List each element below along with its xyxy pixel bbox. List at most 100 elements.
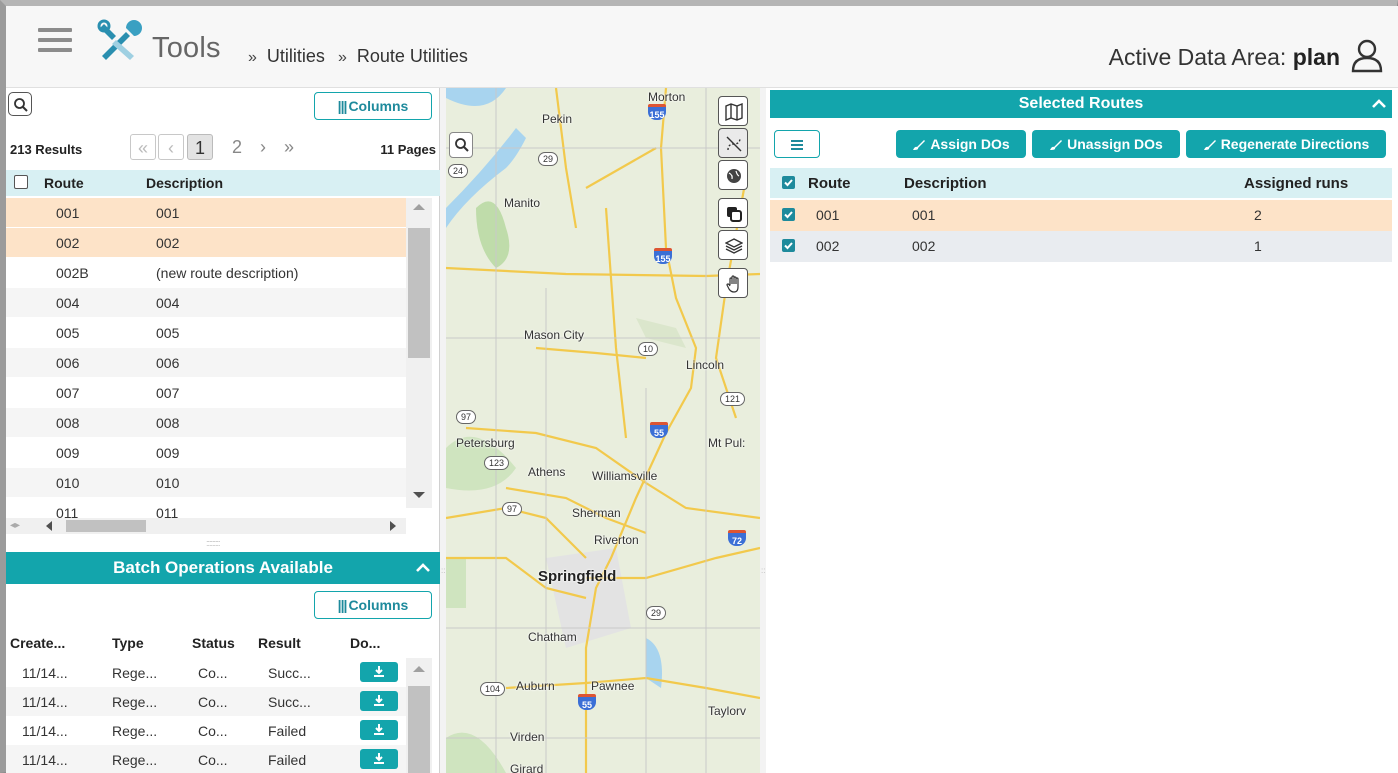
interstate-shield: 55 bbox=[650, 422, 668, 438]
result-cell: Failed bbox=[268, 723, 307, 739]
download-button[interactable] bbox=[360, 749, 398, 769]
pan-button[interactable] bbox=[718, 268, 748, 298]
brush-icon bbox=[1049, 132, 1063, 160]
page-2-button[interactable]: 2 bbox=[228, 134, 246, 160]
description-cell: 005 bbox=[156, 325, 180, 341]
table-row[interactable]: 007 007 bbox=[6, 378, 406, 408]
route-cell: 009 bbox=[56, 445, 80, 461]
table-row[interactable]: 002B (new route description) bbox=[6, 258, 406, 288]
created-cell: 11/14... bbox=[22, 723, 68, 739]
city-label: Petersburg bbox=[456, 436, 515, 450]
prev-page-button[interactable]: ‹ bbox=[158, 134, 184, 160]
row-checkbox[interactable] bbox=[782, 239, 795, 252]
batch-columns-button[interactable]: ||| Columns bbox=[314, 591, 432, 619]
col-created[interactable]: Create... bbox=[10, 635, 65, 651]
route-cell: 008 bbox=[56, 415, 80, 431]
select-all-checkbox[interactable] bbox=[14, 175, 28, 189]
type-cell: Rege... bbox=[112, 752, 158, 768]
route-search-button[interactable] bbox=[8, 92, 32, 116]
table-row[interactable]: 002 002 1 bbox=[770, 231, 1392, 262]
assign-dos-button[interactable]: Assign DOs bbox=[896, 130, 1026, 158]
col-route[interactable]: Route bbox=[808, 175, 851, 192]
table-row[interactable]: 001 001 bbox=[6, 198, 406, 228]
col-description[interactable]: Description bbox=[146, 175, 223, 191]
map-icon bbox=[725, 103, 743, 121]
download-button[interactable] bbox=[360, 662, 398, 682]
select-all-checkbox[interactable] bbox=[782, 176, 795, 189]
grid-menu-button[interactable] bbox=[774, 130, 820, 158]
download-icon bbox=[374, 695, 384, 706]
selected-routes-grid-header: Route Description Assigned runs bbox=[770, 168, 1392, 198]
status-cell: Co... bbox=[198, 694, 228, 710]
col-download[interactable]: Do... bbox=[350, 635, 380, 651]
table-row[interactable]: 006 006 bbox=[6, 348, 406, 378]
route-toggle-button[interactable] bbox=[718, 128, 748, 158]
col-type[interactable]: Type bbox=[112, 635, 144, 651]
map-toolbar bbox=[718, 96, 750, 300]
routes-grid-body: 001 001 002 002 002B (new route description) 0… bbox=[6, 198, 406, 518]
city-label: Williamsville bbox=[592, 469, 658, 483]
routes-horizontal-scrollbar[interactable]: ◂▸ bbox=[6, 518, 406, 534]
description-cell: (new route description) bbox=[156, 265, 299, 281]
layers-button[interactable] bbox=[718, 230, 748, 260]
batch-vertical-scrollbar[interactable] bbox=[406, 658, 432, 773]
result-cell: Succ... bbox=[268, 694, 311, 710]
menu-icon[interactable] bbox=[38, 28, 72, 52]
user-icon[interactable] bbox=[1350, 38, 1384, 74]
routes-vertical-scrollbar[interactable] bbox=[406, 198, 432, 508]
list-item[interactable]: 11/14... Rege... Co... Failed bbox=[6, 716, 406, 745]
table-row[interactable]: 004 004 bbox=[6, 288, 406, 318]
download-button[interactable] bbox=[360, 720, 398, 740]
col-route[interactable]: Route bbox=[44, 175, 84, 191]
table-row[interactable]: 002 002 bbox=[6, 228, 406, 258]
chevron-up-icon[interactable] bbox=[416, 562, 430, 572]
table-row[interactable]: 011 011 bbox=[6, 498, 406, 518]
download-icon bbox=[374, 753, 384, 764]
map-view-button[interactable] bbox=[718, 96, 748, 126]
row-checkbox[interactable] bbox=[782, 208, 795, 221]
download-button[interactable] bbox=[360, 691, 398, 711]
select-layer-button[interactable] bbox=[718, 198, 748, 228]
list-item[interactable]: 11/14... Rege... Co... Failed bbox=[6, 745, 406, 773]
list-item[interactable]: 11/14... Rege... Co... Succ... bbox=[6, 658, 406, 687]
breadcrumb-route-utilities[interactable]: Route Utilities bbox=[357, 46, 468, 66]
description-cell: 008 bbox=[156, 415, 180, 431]
regenerate-directions-button[interactable]: Regenerate Directions bbox=[1186, 130, 1386, 158]
first-page-button[interactable]: « bbox=[130, 134, 156, 160]
download-icon bbox=[374, 724, 384, 735]
data-area-value: plan bbox=[1292, 44, 1340, 70]
page-1-button[interactable]: 1 bbox=[187, 134, 213, 160]
panel-resize-handle[interactable]: ::::::::: bbox=[206, 538, 220, 548]
col-result[interactable]: Result bbox=[258, 635, 301, 651]
col-assigned-runs[interactable]: Assigned runs bbox=[1244, 175, 1348, 192]
col-status[interactable]: Status bbox=[192, 635, 235, 651]
unassign-dos-button[interactable]: Unassign DOs bbox=[1032, 130, 1180, 158]
chevron-up-icon[interactable] bbox=[1372, 98, 1386, 108]
route-shield: 104 bbox=[480, 682, 506, 696]
map-search-button[interactable] bbox=[449, 132, 473, 158]
table-row[interactable]: 010 010 bbox=[6, 468, 406, 498]
description-cell: 004 bbox=[156, 295, 180, 311]
table-row[interactable]: 001 001 2 bbox=[770, 200, 1392, 231]
route-cell: 010 bbox=[56, 475, 80, 491]
batch-operations-header[interactable]: Batch Operations Available bbox=[6, 552, 440, 584]
route-map[interactable]: Morton Pekin Manito Mason City Lincoln P… bbox=[446, 88, 760, 773]
last-page-button[interactable]: » bbox=[280, 134, 298, 160]
active-data-area: Active Data Area: plan bbox=[1108, 44, 1340, 70]
table-row[interactable]: 005 005 bbox=[6, 318, 406, 348]
brush-icon bbox=[1203, 132, 1217, 160]
type-cell: Rege... bbox=[112, 665, 158, 681]
next-page-button[interactable]: › bbox=[254, 134, 272, 160]
selected-routes-header[interactable]: Selected Routes bbox=[770, 90, 1392, 118]
created-cell: 11/14... bbox=[22, 665, 68, 681]
table-row[interactable]: 009 009 bbox=[6, 438, 406, 468]
routes-columns-button[interactable]: ||| Columns bbox=[314, 92, 432, 120]
app-name: Tools bbox=[152, 32, 221, 64]
city-label: Manito bbox=[504, 196, 541, 210]
table-row[interactable]: 008 008 bbox=[6, 408, 406, 438]
list-item[interactable]: 11/14... Rege... Co... Succ... bbox=[6, 687, 406, 716]
globe-button[interactable] bbox=[718, 160, 748, 190]
col-description[interactable]: Description bbox=[904, 175, 987, 192]
brush-icon bbox=[912, 132, 926, 160]
breadcrumb-utilities[interactable]: Utilities bbox=[267, 46, 325, 66]
